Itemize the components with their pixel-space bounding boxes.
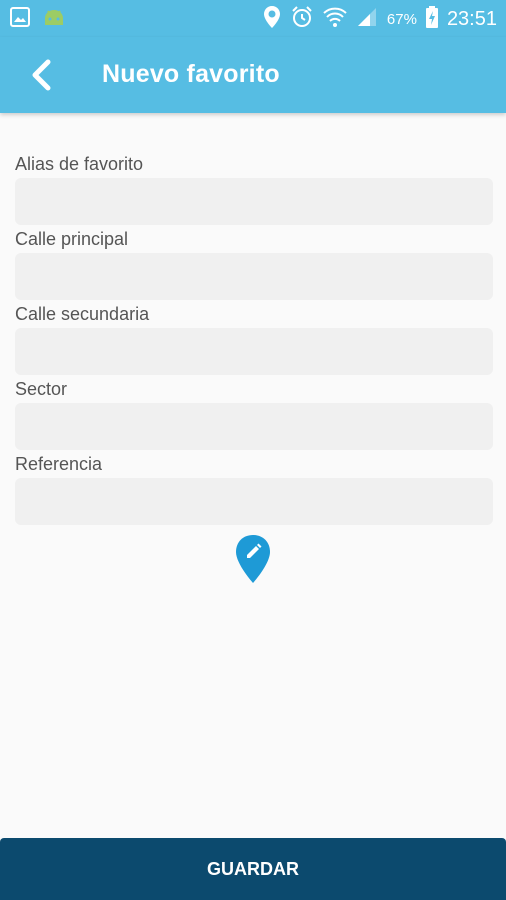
alias-input[interactable] — [15, 178, 493, 225]
battery-percent: 67% — [386, 11, 417, 28]
status-bar: 67% 23:51 — [0, 0, 506, 37]
alias-field-group: Alias de favorito — [15, 150, 493, 225]
signal-icon — [356, 6, 378, 33]
main-street-field-group: Calle principal — [15, 225, 493, 300]
clock: 23:51 — [446, 8, 497, 30]
chevron-left-icon — [32, 59, 51, 91]
back-button[interactable] — [24, 57, 60, 93]
image-icon — [10, 7, 30, 32]
app-bar: Nuevo favorito — [0, 37, 506, 113]
secondary-street-label: Calle secundaria — [15, 304, 150, 324]
main-street-input[interactable] — [15, 253, 493, 300]
battery-charging-icon — [425, 6, 438, 33]
wifi-icon — [323, 6, 347, 33]
sector-label: Sector — [15, 379, 68, 399]
alias-label: Alias de favorito — [15, 154, 144, 174]
save-button[interactable]: GUARDAR — [0, 838, 506, 900]
main-street-label: Calle principal — [15, 229, 129, 249]
sector-input[interactable] — [15, 403, 493, 450]
secondary-street-input[interactable] — [15, 328, 493, 375]
map-pin-button[interactable] — [235, 534, 271, 584]
alarm-icon — [290, 5, 314, 34]
reference-field-group: Referencia — [15, 450, 493, 525]
secondary-street-field-group: Calle secundaria — [15, 300, 493, 375]
map-pin-edit-icon — [236, 535, 270, 583]
android-icon — [42, 7, 66, 32]
page-title: Nuevo favorito — [102, 60, 280, 88]
reference-label: Referencia — [15, 454, 103, 474]
reference-input[interactable] — [15, 478, 493, 525]
location-icon — [263, 5, 281, 34]
favorite-form: Alias de favorito Calle principal Calle … — [15, 150, 493, 525]
sector-field-group: Sector — [15, 375, 493, 450]
